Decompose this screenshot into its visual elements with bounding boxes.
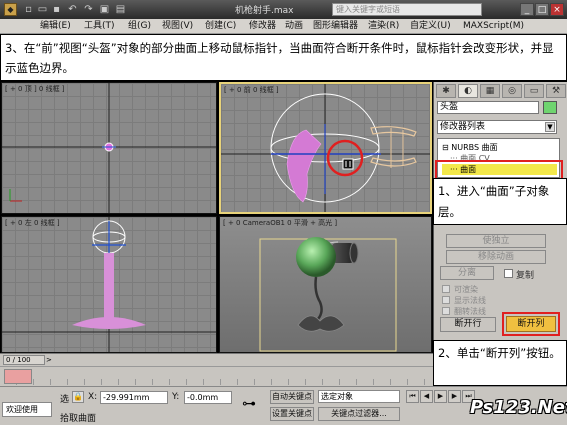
- time-slider[interactable]: 0 / 100 >: [0, 353, 433, 366]
- menu-modifiers[interactable]: 修改器: [249, 20, 276, 33]
- stack-item-nurbs[interactable]: ⊟ NURBS 曲面: [442, 142, 498, 153]
- top-viewport-canvas: [2, 83, 216, 213]
- minimize-button[interactable]: _: [520, 3, 534, 16]
- viewport-perspective[interactable]: [ + 0 CameraOB1 0 平滑 + 高光 ]: [219, 216, 432, 353]
- remove-animation-button[interactable]: 移除动画: [446, 250, 546, 264]
- search-input[interactable]: 键入关键字或短语: [332, 3, 482, 16]
- perspective-viewport-canvas: [259, 237, 397, 352]
- stack-item-label: NURBS 曲面: [451, 143, 498, 152]
- highlight-circle: [326, 139, 364, 177]
- save-file-icon[interactable]: ▪: [50, 3, 63, 16]
- object-color-swatch[interactable]: [543, 101, 557, 114]
- menu-create[interactable]: 创建(C): [205, 20, 236, 33]
- instruction-banner: 3、在“前”视图“头盔”对象的部分曲面上移动鼠标指针，当曲面符合断开条件时，鼠标…: [0, 34, 567, 81]
- copy-label: 复制: [516, 271, 535, 281]
- make-independent-button[interactable]: 使独立: [446, 234, 546, 248]
- selected-object-dropdown[interactable]: 选定对象: [318, 390, 400, 403]
- redo-icon[interactable]: ↷: [82, 3, 95, 16]
- close-button[interactable]: ×: [550, 3, 564, 16]
- menu-animation[interactable]: 动画: [285, 20, 303, 33]
- hierarchy-tab-icon[interactable]: ▦: [480, 84, 500, 98]
- go-to-start-icon[interactable]: ⏮: [406, 390, 419, 403]
- menu-edit[interactable]: 编辑(E): [40, 20, 71, 33]
- selection-count-label: 选: [60, 395, 70, 405]
- window-title: 机枪射手.max: [235, 6, 294, 16]
- mini-listener[interactable]: [4, 369, 32, 384]
- menu-maxscript[interactable]: MAXScript(M): [463, 20, 524, 33]
- watermark-logo: Ps123.Net: [470, 397, 567, 418]
- menu-customize[interactable]: 自定义(U): [410, 20, 451, 33]
- break-row-button[interactable]: 断开行: [440, 317, 496, 332]
- chevron-down-icon[interactable]: ▼: [545, 122, 555, 132]
- motion-tab-icon[interactable]: ◎: [502, 84, 522, 98]
- display-normals-label: 显示法线: [454, 296, 486, 305]
- y-coord-label: Y:: [172, 392, 180, 402]
- undo-icon[interactable]: ↶: [66, 3, 79, 16]
- callout-step-1: 1、进入“曲面”子对象层。: [433, 178, 567, 225]
- left-viewport-canvas: [2, 217, 216, 352]
- display-tab-icon[interactable]: ▭: [524, 84, 544, 98]
- maximize-button[interactable]: □: [535, 3, 549, 16]
- viewport-left[interactable]: [ + 0 左 0 线框 ]: [1, 216, 217, 353]
- flip-normals-checkbox[interactable]: [442, 307, 450, 315]
- track-bar[interactable]: [0, 366, 433, 386]
- key-icon[interactable]: ⊶: [242, 397, 264, 411]
- stack-highlight-rect: [435, 160, 563, 180]
- new-file-icon[interactable]: ▫: [22, 3, 35, 16]
- play-icon[interactable]: ▶: [434, 390, 447, 403]
- callout-text: 2、单击“断开列”按钮。: [438, 346, 561, 360]
- object-name-field[interactable]: 头盔: [437, 101, 539, 114]
- instruction-text: 3、在“前”视图“头盔”对象的部分曲面上移动鼠标指针，当曲面符合断开条件时，鼠标…: [5, 41, 554, 75]
- menu-rendering[interactable]: 渲染(R): [368, 20, 399, 33]
- copy-checkbox[interactable]: [504, 269, 513, 278]
- title-bar: ◆ ▫ ▭ ▪ ↶ ↷ ▣ ▤ 机枪射手.max 键入关键字或短语 _ □ ×: [0, 0, 567, 19]
- callout-text: 1、进入“曲面”子对象层。: [438, 184, 550, 219]
- next-frame-button-icon[interactable]: ▶: [448, 390, 461, 403]
- renderable-checkbox[interactable]: [442, 285, 450, 293]
- viewport-front[interactable]: [ + 0 前 0 线框 ]: [219, 82, 432, 214]
- display-normals-checkbox[interactable]: [442, 296, 450, 304]
- menu-group[interactable]: 组(G): [128, 20, 151, 33]
- renderable-label: 可渲染: [454, 285, 478, 294]
- menu-graph-editors[interactable]: 图形编辑器: [313, 20, 358, 33]
- viewport-top[interactable]: [ + 0 顶 ] 0 线框 ]: [1, 82, 217, 214]
- modifier-list-label: 修改器列表: [440, 122, 486, 132]
- app-logo-icon[interactable]: ◆: [4, 3, 17, 16]
- x-coord-field[interactable]: -29.991mm: [100, 391, 168, 404]
- fetch-icon[interactable]: ▤: [114, 3, 127, 16]
- modify-tab-icon[interactable]: ◐: [458, 84, 478, 98]
- auto-key-button[interactable]: 自动关键点: [270, 390, 314, 404]
- utilities-tab-icon[interactable]: ⚒: [546, 84, 566, 98]
- previous-frame-icon[interactable]: ◀: [420, 390, 433, 403]
- next-frame-icon[interactable]: >: [46, 356, 54, 364]
- menu-bar: 编辑(E) 工具(T) 组(G) 视图(V) 创建(C) 修改器 动画 图形编辑…: [0, 19, 567, 34]
- welcome-field[interactable]: 欢迎使用: [2, 402, 52, 417]
- create-tab-icon[interactable]: ✱: [436, 84, 456, 98]
- x-coord-label: X:: [88, 392, 98, 402]
- prompt-text: 拾取曲面: [60, 414, 97, 424]
- break-column-highlight-rect: [502, 312, 560, 336]
- front-viewport-canvas: [221, 84, 430, 212]
- hold-icon[interactable]: ▣: [98, 3, 111, 16]
- command-panel-tabs: ✱ ◐ ▦ ◎ ▭ ⚒: [436, 84, 566, 98]
- menu-tools[interactable]: 工具(T): [84, 20, 115, 33]
- modifier-list-dropdown[interactable]: 修改器列表 ▼: [437, 120, 557, 134]
- flip-normals-label: 翻转法线: [454, 307, 486, 316]
- lock-selection-icon[interactable]: 🔒: [72, 391, 84, 403]
- key-filters-button[interactable]: 关键点过滤器...: [318, 407, 400, 421]
- callout-step-2: 2、单击“断开列”按钮。: [433, 340, 567, 386]
- set-key-button[interactable]: 设置关键点: [270, 407, 314, 421]
- menu-views[interactable]: 视图(V): [162, 20, 193, 33]
- open-file-icon[interactable]: ▭: [36, 3, 49, 16]
- frame-counter[interactable]: 0 / 100: [3, 355, 45, 365]
- detach-button[interactable]: 分离: [440, 266, 494, 280]
- y-coord-field[interactable]: -0.0mm: [184, 391, 232, 404]
